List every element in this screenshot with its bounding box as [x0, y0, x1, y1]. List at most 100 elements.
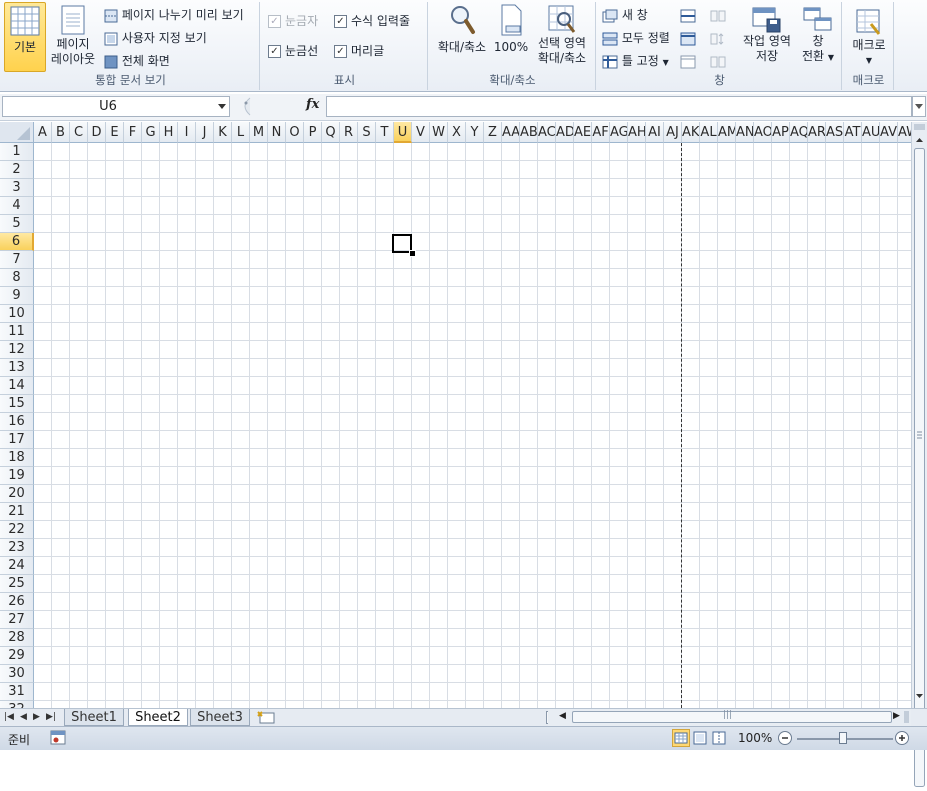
column-header[interactable]: Y: [466, 122, 484, 143]
page-break-status-button[interactable]: [711, 730, 727, 749]
row-header[interactable]: 3: [0, 179, 34, 197]
zoom-100-button[interactable]: 100%: [492, 2, 530, 70]
formula-bar-checkbox[interactable]: ✓ 수식 입력줄: [334, 12, 410, 30]
row-header[interactable]: 10: [0, 305, 34, 323]
page-break-preview-button[interactable]: 페이지 나누기 미리 보기: [104, 6, 244, 24]
expand-formula-bar-button[interactable]: [912, 96, 926, 117]
column-header[interactable]: O: [286, 122, 304, 143]
row-header[interactable]: 13: [0, 359, 34, 377]
column-header[interactable]: AA: [502, 122, 520, 143]
sheet-tab-2[interactable]: Sheet2: [128, 709, 188, 726]
row-header[interactable]: 27: [0, 611, 34, 629]
scroll-down-button[interactable]: [914, 690, 925, 702]
headings-checkbox[interactable]: ✓ 머리글: [334, 42, 384, 60]
prev-sheet-icon[interactable]: ◀: [20, 712, 27, 722]
scroll-right-icon[interactable]: ▶: [893, 711, 900, 721]
column-header[interactable]: G: [142, 122, 160, 143]
hide-button[interactable]: [680, 29, 696, 47]
synchronous-scrolling-button[interactable]: [710, 29, 726, 47]
column-header[interactable]: AM: [718, 122, 736, 143]
normal-view-button[interactable]: 기본: [4, 2, 46, 72]
fill-handle[interactable]: [409, 250, 416, 257]
column-header[interactable]: AE: [574, 122, 592, 143]
column-header[interactable]: AR: [808, 122, 826, 143]
row-header[interactable]: 16: [0, 413, 34, 431]
column-header[interactable]: J: [196, 122, 214, 143]
zoom-to-selection-button[interactable]: 선택 영역 확대/축소: [530, 2, 594, 70]
zoom-out-button[interactable]: [777, 730, 793, 749]
ruler-checkbox[interactable]: ✓ 눈금자: [268, 12, 318, 30]
splitter-handle-icon[interactable]: [236, 96, 256, 117]
row-header[interactable]: 26: [0, 593, 34, 611]
column-header[interactable]: V: [412, 122, 430, 143]
column-header[interactable]: AC: [538, 122, 556, 143]
name-box[interactable]: U6: [2, 96, 230, 117]
save-workspace-button[interactable]: 작업 영역 저장: [738, 2, 796, 70]
arrange-all-button[interactable]: 모두 정렬: [602, 29, 670, 47]
column-header[interactable]: AD: [556, 122, 574, 143]
column-header[interactable]: Q: [322, 122, 340, 143]
column-header[interactable]: D: [88, 122, 106, 143]
page-layout-status-button[interactable]: [692, 730, 708, 749]
macro-record-button[interactable]: [50, 730, 68, 749]
column-header[interactable]: AG: [610, 122, 628, 143]
column-header[interactable]: AS: [826, 122, 844, 143]
zoom-slider[interactable]: [797, 732, 893, 744]
insert-function-button[interactable]: fx: [306, 97, 319, 112]
cell-area[interactable]: [34, 143, 911, 708]
column-header[interactable]: S: [358, 122, 376, 143]
view-side-by-side-button[interactable]: [710, 6, 726, 24]
sheet-tab-1[interactable]: Sheet1: [64, 709, 124, 726]
vertical-scrollbar[interactable]: [911, 122, 927, 787]
row-header[interactable]: 5: [0, 215, 34, 233]
row-header[interactable]: 18: [0, 449, 34, 467]
full-screen-button[interactable]: 전체 화면: [104, 52, 170, 70]
row-header[interactable]: 19: [0, 467, 34, 485]
unhide-button[interactable]: [680, 52, 696, 70]
row-header[interactable]: 1: [0, 143, 34, 161]
column-header[interactable]: AV: [880, 122, 898, 143]
chevron-down-icon[interactable]: [218, 104, 226, 109]
column-header[interactable]: R: [340, 122, 358, 143]
horizontal-scrollbar[interactable]: ◀ ||| ▶: [548, 709, 911, 726]
column-header[interactable]: I: [178, 122, 196, 143]
column-header[interactable]: M: [250, 122, 268, 143]
row-header[interactable]: 17: [0, 431, 34, 449]
column-header[interactable]: F: [124, 122, 142, 143]
scroll-left-icon[interactable]: ◀: [559, 711, 566, 721]
row-header[interactable]: 31: [0, 683, 34, 701]
column-header[interactable]: AU: [862, 122, 880, 143]
scroll-up-button[interactable]: [914, 134, 925, 146]
column-header[interactable]: B: [52, 122, 70, 143]
custom-views-button[interactable]: 사용자 지정 보기: [104, 29, 207, 47]
row-header[interactable]: 7: [0, 251, 34, 269]
column-header[interactable]: N: [268, 122, 286, 143]
row-header[interactable]: 30: [0, 665, 34, 683]
sheet-tab-3[interactable]: Sheet3: [190, 709, 250, 726]
row-header[interactable]: 28: [0, 629, 34, 647]
column-header[interactable]: P: [304, 122, 322, 143]
row-header[interactable]: 12: [0, 341, 34, 359]
column-header[interactable]: AJ: [664, 122, 682, 143]
row-header[interactable]: 22: [0, 521, 34, 539]
column-header[interactable]: AK: [682, 122, 700, 143]
row-header[interactable]: 14: [0, 377, 34, 395]
row-header[interactable]: 6: [0, 233, 34, 251]
column-header[interactable]: AL: [700, 122, 718, 143]
row-header[interactable]: 24: [0, 557, 34, 575]
zoom-button[interactable]: 확대/축소: [432, 2, 492, 70]
zoom-slider-thumb[interactable]: [839, 732, 847, 744]
column-header[interactable]: L: [232, 122, 250, 143]
row-header[interactable]: 15: [0, 395, 34, 413]
column-header[interactable]: T: [376, 122, 394, 143]
zoom-in-button[interactable]: [894, 730, 910, 749]
new-window-button[interactable]: 새 창: [602, 6, 648, 24]
row-header[interactable]: 32: [0, 701, 34, 708]
zoom-level[interactable]: 100%: [738, 731, 772, 745]
reset-window-position-button[interactable]: [710, 52, 726, 70]
column-header[interactable]: K: [214, 122, 232, 143]
column-header[interactable]: AP: [772, 122, 790, 143]
next-sheet-icon[interactable]: ▶: [33, 712, 40, 722]
column-header[interactable]: AW: [898, 122, 911, 143]
row-header[interactable]: 23: [0, 539, 34, 557]
